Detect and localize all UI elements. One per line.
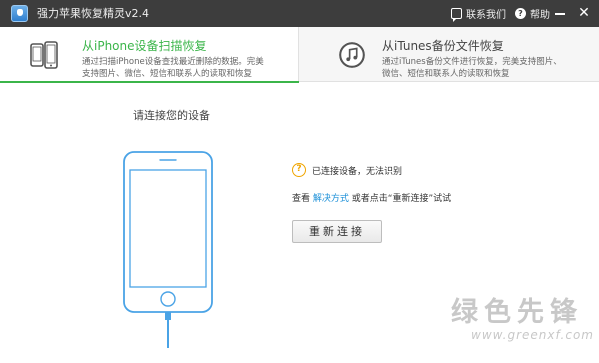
itunes-icon [339, 42, 365, 68]
chat-icon [451, 8, 462, 22]
contact-us-button[interactable]: 联系我们 [451, 0, 506, 27]
tab-scan-iphone-title: 从iPhone设备扫描恢复 [82, 39, 207, 53]
tab-itunes-backup-title: 从iTunes备份文件恢复 [382, 39, 504, 53]
minimize-button[interactable] [549, 0, 571, 27]
iphone-illustration [123, 151, 213, 348]
app-title: 强力苹果恢复精灵v2.4 [37, 7, 150, 20]
title-bar: 强力苹果恢复精灵v2.4 联系我们 ? 帮助 ✕ [0, 0, 599, 27]
tab-scan-iphone-desc: 通过扫描iPhone设备查找最近删除的数据。完美支持图片、微信、短信和联系人的读… [82, 57, 264, 79]
help-button[interactable]: ? 帮助 [515, 0, 550, 27]
connect-device-title: 请连接您的设备 [133, 109, 210, 122]
close-button[interactable]: ✕ [573, 0, 595, 27]
mode-tabs: 从iPhone设备扫描恢复 通过扫描iPhone设备查找最近删除的数据。完美支持… [0, 27, 599, 83]
reconnect-button[interactable]: 重新连接 [292, 220, 382, 243]
status-text: 已连接设备，无法识别 [312, 166, 403, 177]
app-logo-icon [11, 5, 28, 22]
solution-hint: 查看 解决方式 或者点击“重新连接”试试 [292, 193, 451, 205]
contact-us-label: 联系我们 [466, 10, 506, 21]
watermark-text: 绿色先锋 [451, 297, 583, 328]
question-warning-icon: ? [292, 163, 306, 177]
hint-prefix: 查看 [292, 194, 311, 204]
tab-itunes-backup-desc: 通过iTunes备份文件进行恢复，完美支持图片、微信、短信和联系人的读取和恢复 [382, 57, 562, 79]
connection-status: ? 已连接设备，无法识别 [292, 162, 402, 178]
solution-link[interactable]: 解决方式 [313, 194, 349, 204]
tab-itunes-backup[interactable]: 从iTunes备份文件恢复 通过iTunes备份文件进行恢复，完美支持图片、微信… [300, 27, 599, 82]
tab-scan-iphone[interactable]: 从iPhone设备扫描恢复 通过扫描iPhone设备查找最近删除的数据。完美支持… [0, 27, 299, 83]
help-icon: ? [515, 8, 526, 19]
hint-suffix: 或者点击“重新连接”试试 [351, 194, 452, 204]
help-label: 帮助 [530, 10, 550, 21]
watermark-url: www.greenxf.com [471, 328, 594, 342]
phones-icon [30, 41, 58, 69]
watermark: 绿色先锋 www.greenxf.com [451, 297, 596, 343]
